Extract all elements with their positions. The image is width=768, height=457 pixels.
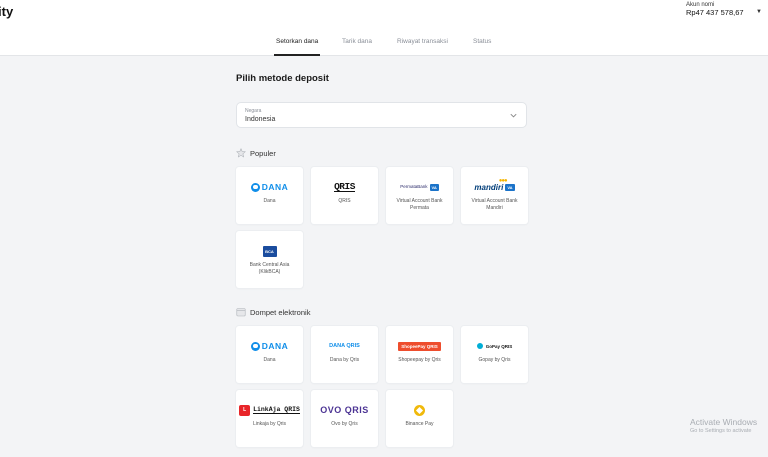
va-badge: VA <box>505 183 515 191</box>
method-label: Linkaja by Qris <box>252 421 287 427</box>
activate-windows-watermark: Activate Windows Go to Settings to activ… <box>690 417 757 434</box>
qris-logo: QRIS <box>334 181 355 192</box>
wallet-icon <box>236 308 246 317</box>
method-label: QRIS <box>338 198 351 204</box>
method-card-bca[interactable]: BCA Bank Central Asia (KlikBCA) <box>236 231 303 288</box>
va-badge: VA <box>429 183 439 191</box>
method-card-va-mandiri[interactable]: ●●● mandiri VA Virtual Account Bank Mand… <box>461 167 528 224</box>
tab-withdraw[interactable]: Tarik dana <box>342 38 372 45</box>
method-label: Virtual Account Bank Mandiri <box>471 198 518 211</box>
dana-logo: DANA <box>236 338 303 354</box>
tab-status[interactable]: Status <box>473 38 491 45</box>
country-select[interactable]: Negara Indonesia <box>236 102 527 128</box>
method-card-dana[interactable]: DANA Dana <box>236 167 303 224</box>
dana-qris-logo: DANA QRIS <box>329 343 360 349</box>
method-label: Shopeepay by Qris <box>398 357 441 363</box>
caret-down-icon[interactable]: ▼ <box>756 9 762 15</box>
method-card-gopay-qris[interactable]: GoPay QRIS Gopay by Qris <box>461 326 528 383</box>
chevron-down-icon[interactable] <box>509 111 518 120</box>
method-label: Dana <box>263 357 276 363</box>
method-card-binance-pay[interactable]: Binance Pay <box>386 390 453 447</box>
binance-logo <box>386 402 453 418</box>
activate-windows-title: Activate Windows <box>690 417 758 427</box>
linkaja-qris-logo: L LinkAja QRIS <box>236 402 303 418</box>
gopay-qris-logo: GoPay QRIS <box>461 338 528 354</box>
page-title: Pilih metode deposit <box>236 73 329 84</box>
method-label: Virtual Account Bank Permata <box>396 198 443 211</box>
account-switcher[interactable]: Akun nomi Rp47 437 578,67 ▼ <box>686 2 762 17</box>
star-icon <box>236 148 246 158</box>
country-value: Indonesia <box>245 116 276 123</box>
section-ewallet-label: Dompet elektronik <box>250 307 311 317</box>
bca-logo: BCA <box>236 243 303 259</box>
activate-windows-subtitle: Go to Settings to activate <box>690 428 752 434</box>
country-label: Negara <box>245 108 262 114</box>
method-card-linkaja-qris[interactable]: L LinkAja QRIS Linkaja by Qris <box>236 390 303 447</box>
shopeepay-qris-logo: ShopeePay QRIS <box>386 338 453 354</box>
method-card-va-permata[interactable]: PermataBank VA Virtual Account Bank Perm… <box>386 167 453 224</box>
section-popular-heading: Populer <box>236 148 276 158</box>
method-card-qris[interactable]: QRIS QRIS <box>311 167 378 224</box>
tab-bar: Setorkan dana Tarik dana Riwayat transak… <box>0 28 768 56</box>
method-label: Binance Pay <box>405 421 434 427</box>
ovo-qris-logo: OVO QRIS <box>320 405 369 415</box>
method-card-dana-ewallet[interactable]: DANA Dana <box>236 326 303 383</box>
method-card-ovo-qris[interactable]: OVO QRIS Ovo by Qris <box>311 390 378 447</box>
tab-transaction-history[interactable]: Riwayat transaksi <box>397 38 448 45</box>
method-label: Ovo by Qris <box>331 421 358 427</box>
tab-deposit[interactable]: Setorkan dana <box>273 38 321 56</box>
method-label: Bank Central Asia (KlikBCA) <box>249 262 290 275</box>
section-popular-label: Populer <box>250 148 276 158</box>
method-card-dana-qris[interactable]: DANA QRIS Dana by Qris <box>311 326 378 383</box>
section-ewallet-heading: Dompet elektronik <box>236 307 310 317</box>
account-balance: Rp47 437 578,67 <box>686 8 744 17</box>
method-label: Dana by Qris <box>329 357 360 363</box>
dana-logo: DANA <box>236 179 303 195</box>
method-label: Gopay by Qris <box>478 357 511 363</box>
binance-icon <box>414 404 425 416</box>
method-label: Dana <box>263 198 276 204</box>
method-card-shopeepay-qris[interactable]: ShopeePay QRIS Shopeepay by Qris <box>386 326 453 383</box>
top-bar: ity Akun nomi Rp47 437 578,67 ▼ <box>0 0 768 28</box>
brand-logo[interactable]: ity <box>0 4 13 19</box>
permata-logo: PermataBank VA <box>400 183 439 191</box>
mandiri-logo: ●●● mandiri VA <box>474 177 515 192</box>
